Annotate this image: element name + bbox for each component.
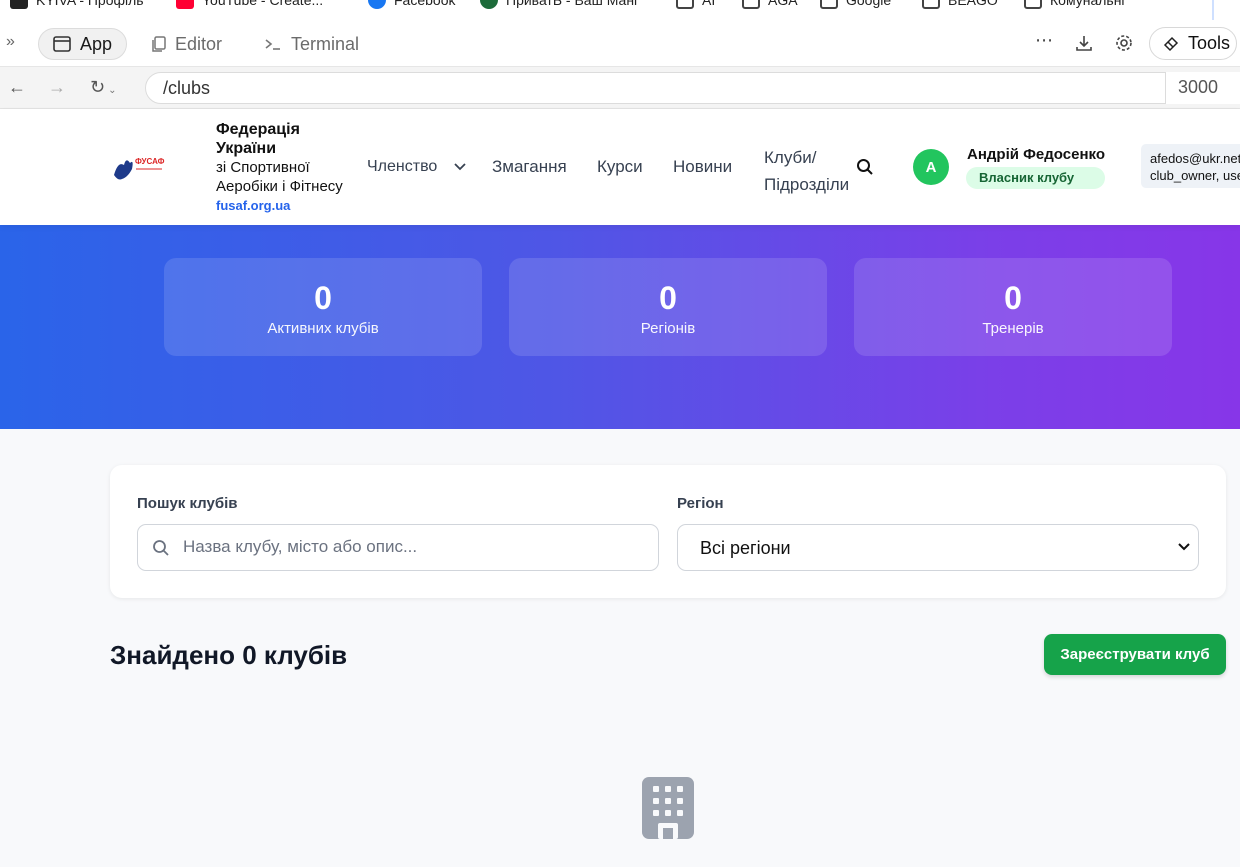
nav-competitions[interactable]: Змагання [492,157,567,177]
user-info-box: afedos@ukr.net club_owner, user [1141,144,1240,188]
brand-title: Федерація [216,121,300,138]
nav-clubs[interactable]: Клуби/ Підрозділи [764,144,849,198]
tools-button[interactable]: Tools [1149,27,1237,60]
bookmark-item[interactable]: Facebook [368,0,455,9]
region-selected-value: Всі регіони [700,538,791,558]
forward-icon[interactable]: → [48,77,66,98]
stat-label: Регіонів [640,320,696,337]
reload-icon[interactable]: ↻ ⌄ [90,77,116,98]
tab-app[interactable]: App [38,28,128,60]
chevron-down-icon [1178,543,1190,551]
file-icon [152,35,166,52]
app-window-icon [53,36,71,52]
bookmark-item[interactable]: YouTube - Create... [176,0,323,9]
facebook-icon [368,0,386,9]
brand-block[interactable]: Федерація України зі Спортивної Аеробіки… [216,120,343,215]
nav-label: Клуби/ [764,148,817,167]
bookmark-item[interactable]: Комунальні [1024,0,1125,9]
nav-label: Членство [367,158,438,175]
building-icon [642,777,694,839]
bookmarks-bar: KYIVA - Профіль YouTube - Create... Face… [0,0,1240,20]
stat-card-coaches: 0 Тренерів [854,258,1172,356]
bank-icon [480,0,498,9]
nav-membership[interactable]: Членство [367,158,466,176]
folder-icon [742,0,760,9]
user-name: Андрій Федосенко [967,146,1105,163]
search-input[interactable] [183,537,643,557]
stat-card-active-clubs: 0 Активних клубів [164,258,482,356]
tab-editor[interactable]: Editor [138,28,236,60]
brand-link[interactable]: fusaf.org.ua [216,196,343,215]
role-badge: Власник клубу [966,167,1105,189]
stat-label: Тренерів [982,320,1044,337]
tools-label: Tools [1188,33,1231,53]
tools-icon [1163,36,1179,51]
bookmark-item[interactable]: Google [820,0,891,9]
search-label: Пошук клубів [137,495,238,512]
tab-label: App [80,33,113,54]
nav-news[interactable]: Новини [673,157,732,177]
fusaf-logo[interactable]: ФУСАФ [112,153,166,183]
address-bar: ← → ↻ ⌄ /clubs 3000 [0,67,1240,109]
results-title: Знайдено 0 клубів [110,640,348,670]
search-icon[interactable] [856,158,874,176]
stat-value: 0 [1004,280,1022,316]
gear-icon[interactable] [1115,34,1133,52]
chevron-down-icon [454,163,466,171]
url-field[interactable]: /clubs [145,72,1240,104]
folder-icon [820,0,838,9]
brand-title: України [216,140,277,157]
bookmark-item[interactable]: AI [676,0,715,9]
youtube-icon [176,0,194,9]
region-label: Регіон [677,495,724,512]
register-club-button[interactable]: Зареєструвати клуб [1044,634,1226,675]
bookmark-item[interactable]: AGA [742,0,798,9]
stat-value: 0 [314,280,332,316]
port-field[interactable]: 3000 [1165,72,1240,104]
tab-label: Editor [175,33,223,54]
brand-subtitle: зі Спортивної [216,159,310,176]
search-field[interactable] [137,524,659,571]
download-icon[interactable] [1075,34,1093,52]
back-icon[interactable]: ← [8,77,26,98]
expand-sidebar-icon[interactable]: » [6,33,15,51]
filter-card: Пошук клубів Регіон Всі регіони [110,465,1226,598]
hero-section: 0 Активних клубів 0 Регіонів 0 Тренерів [0,225,1240,429]
brand-subtitle: Аеробіки і Фітнесу [216,178,343,195]
more-options-icon[interactable]: ⋯ [1035,30,1053,51]
folder-icon [1024,0,1042,9]
region-select[interactable]: Всі регіони [677,524,1199,571]
svg-text:ФУСАФ: ФУСАФ [135,157,165,166]
bookmark-item[interactable]: KYIVA - Профіль [10,0,144,9]
user-email: afedos@ukr.net [1150,151,1240,166]
bookmark-icon [10,0,28,9]
folder-icon [922,0,940,9]
site-header: ФУСАФ Федерація України зі Спортивної Ае… [0,109,1240,225]
nav-courses[interactable]: Курси [597,157,643,177]
stat-label: Активних клубів [267,320,379,337]
tab-terminal[interactable]: Terminal [250,28,373,60]
tool-bar: » App Editor Terminal ⋯ Tools [0,20,1240,67]
tab-label: Terminal [291,33,360,54]
bookmark-item[interactable]: BEAGO [922,0,998,9]
avatar[interactable]: А [913,149,949,185]
user-roles: club_owner, user [1150,168,1240,183]
stat-card-regions: 0 Регіонів [509,258,827,356]
terminal-icon [265,39,280,50]
stat-value: 0 [659,280,677,316]
search-icon [153,540,169,556]
folder-icon [676,0,694,9]
bookmark-item[interactable]: ПриватБ - Ваш Мані [480,0,637,9]
divider [1212,0,1214,20]
nav-label: Підрозділи [764,175,850,194]
